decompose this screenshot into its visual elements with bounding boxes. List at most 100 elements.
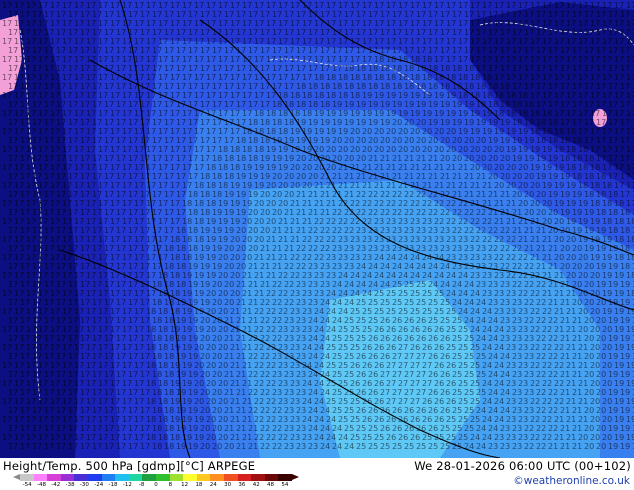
isotherm-label: 20 xyxy=(296,172,306,181)
isotherm-label: 23 xyxy=(524,406,534,415)
isotherm-label: 17 xyxy=(20,424,30,433)
isotherm-label: 22 xyxy=(548,334,558,343)
isotherm-label: 18 xyxy=(164,406,174,415)
isotherm-label: 20 xyxy=(518,181,528,190)
isotherm-label: 17 xyxy=(8,244,18,253)
isotherm-label: 20 xyxy=(242,253,252,262)
isotherm-label: 17 xyxy=(410,1,420,10)
isotherm-label: 23 xyxy=(494,307,504,316)
isotherm-label: 17 xyxy=(374,19,384,28)
isotherm-label: 18 xyxy=(614,199,624,208)
isotherm-label: 17 xyxy=(596,100,606,109)
isotherm-label: 17 xyxy=(200,136,210,145)
isotherm-label: 19 xyxy=(380,100,390,109)
isotherm-label: 20 xyxy=(218,289,228,298)
isotherm-label: 21 xyxy=(242,433,252,442)
isotherm-label: 17 xyxy=(104,424,114,433)
isotherm-label: 20 xyxy=(590,361,600,370)
isotherm-label: 17 xyxy=(374,37,384,46)
isotherm-label: 19 xyxy=(530,145,540,154)
isotherm-label: 17 xyxy=(134,73,144,82)
isotherm-label: 24 xyxy=(488,352,498,361)
isotherm-label: 17 xyxy=(524,46,534,55)
isotherm-label: 25 xyxy=(350,325,360,334)
map-title: Height/Temp. 500 hPa [gdmp][°C] ARPEGE xyxy=(3,459,256,473)
isotherm-label: 19 xyxy=(410,91,420,100)
isotherm-label: 25 xyxy=(416,280,426,289)
isotherm-label: 17 xyxy=(38,217,48,226)
isotherm-label: 19 xyxy=(446,109,456,118)
isotherm-label: 19 xyxy=(236,190,246,199)
isotherm-label: 23 xyxy=(524,388,534,397)
isotherm-label: 20 xyxy=(284,190,294,199)
isotherm-label: 19 xyxy=(596,262,606,271)
isotherm-label: 26 xyxy=(356,406,366,415)
isotherm-label: 17 xyxy=(158,19,168,28)
isotherm-label: 20 xyxy=(596,406,606,415)
isotherm-label: 17 xyxy=(122,55,132,64)
isotherm-label: 17 xyxy=(170,145,180,154)
isotherm-label: 20 xyxy=(578,325,588,334)
isotherm-label: 17 xyxy=(8,100,18,109)
isotherm-label: 17 xyxy=(248,82,258,91)
isotherm-label: 19 xyxy=(368,100,378,109)
isotherm-label: 17 xyxy=(188,136,198,145)
isotherm-label: 21 xyxy=(392,154,402,163)
isotherm-label: 17 xyxy=(434,1,444,10)
isotherm-label: 22 xyxy=(500,244,510,253)
isotherm-label: 17 xyxy=(20,82,30,91)
isotherm-label: 17 xyxy=(194,37,204,46)
isotherm-label: 22 xyxy=(518,253,528,262)
isotherm-label: 17 xyxy=(14,397,24,406)
isotherm-label: 18 xyxy=(290,91,300,100)
isotherm-label: 25 xyxy=(338,361,348,370)
isotherm-label: 17 xyxy=(62,199,72,208)
credit-link[interactable]: ©weatheronline.co.uk xyxy=(513,475,630,487)
isotherm-label: 17 xyxy=(614,73,624,82)
isotherm-label: 24 xyxy=(320,388,330,397)
isotherm-label: 17 xyxy=(68,280,78,289)
isotherm-label: 25 xyxy=(344,334,354,343)
isotherm-label: 17 xyxy=(326,55,336,64)
isotherm-label: 17 xyxy=(62,127,72,136)
isotherm-label: 20 xyxy=(332,136,342,145)
isotherm-label: 17 xyxy=(554,55,564,64)
isotherm-label: 17 xyxy=(140,244,150,253)
isotherm-label: 17 xyxy=(32,82,42,91)
isotherm-label: 18 xyxy=(626,271,634,280)
isotherm-label: 19 xyxy=(182,289,192,298)
isotherm-label: 17 xyxy=(614,1,624,10)
isotherm-label: 17 xyxy=(134,253,144,262)
isotherm-label: 22 xyxy=(530,397,540,406)
isotherm-label: 24 xyxy=(410,253,420,262)
isotherm-label: 17 xyxy=(506,55,516,64)
isotherm-label: 24 xyxy=(380,262,390,271)
isotherm-label: 19 xyxy=(614,415,624,424)
isotherm-label: 17 xyxy=(86,361,96,370)
isotherm-label: 17 xyxy=(566,109,576,118)
isotherm-label: 17 xyxy=(110,415,120,424)
isotherm-label: 17 xyxy=(476,10,486,19)
isotherm-label: 20 xyxy=(374,127,384,136)
isotherm-label: 25 xyxy=(452,316,462,325)
isotherm-label: 22 xyxy=(422,199,432,208)
isotherm-label: 24 xyxy=(374,271,384,280)
isotherm-label: 17 xyxy=(626,37,634,46)
isotherm-label: 20 xyxy=(278,199,288,208)
isotherm-label: 19 xyxy=(608,388,618,397)
isotherm-label: 20 xyxy=(254,199,264,208)
isotherm-label: 17 xyxy=(614,37,624,46)
isotherm-label: 23 xyxy=(494,271,504,280)
isotherm-label: 17 xyxy=(260,64,270,73)
isotherm-label: 17 xyxy=(44,190,54,199)
isotherm-label: 17 xyxy=(176,118,186,127)
isotherm-label: 17 xyxy=(32,190,42,199)
isotherm-label: 26 xyxy=(428,370,438,379)
isotherm-label: 17 xyxy=(200,46,210,55)
isotherm-label: 20 xyxy=(350,127,360,136)
isotherm-label: 25 xyxy=(440,442,450,451)
isotherm-label: 20 xyxy=(452,154,462,163)
isotherm-label: 17 xyxy=(74,1,84,10)
isotherm-label: 25 xyxy=(356,298,366,307)
isotherm-label: 17 xyxy=(86,145,96,154)
